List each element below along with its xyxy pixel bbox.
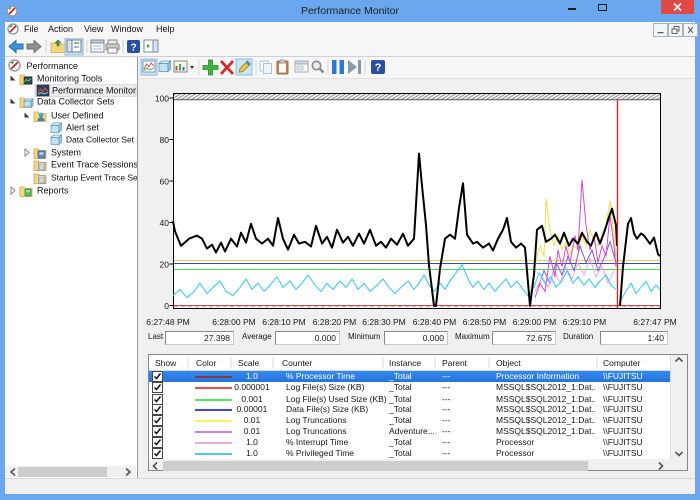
svg-text:6:28:40 PM: 6:28:40 PM xyxy=(413,317,456,327)
svg-text:System: System xyxy=(51,148,81,158)
svg-text:6:27:48 PM: 6:27:48 PM xyxy=(146,317,189,327)
svg-text:6:28:20 PM: 6:28:20 PM xyxy=(313,317,356,327)
svg-text:60: 60 xyxy=(160,177,170,187)
svg-text:Startup Event Trace Ses: Startup Event Trace Ses xyxy=(51,173,137,183)
svg-text:Alert set: Alert set xyxy=(66,123,100,133)
svg-text:Data Collector Set P: Data Collector Set P xyxy=(66,135,137,145)
svg-text:6:29:10 PM: 6:29:10 PM xyxy=(563,317,606,327)
svg-text:?: ? xyxy=(375,62,382,74)
svg-text:User Defined: User Defined xyxy=(51,111,104,121)
svg-text:40: 40 xyxy=(160,218,170,228)
svg-text:Data Collector Sets: Data Collector Sets xyxy=(37,97,115,107)
svg-text:?: ? xyxy=(130,43,136,54)
svg-text:100: 100 xyxy=(155,94,169,104)
svg-text:Monitoring Tools: Monitoring Tools xyxy=(37,74,103,84)
svg-text:0: 0 xyxy=(164,301,169,311)
svg-text:Performance Monitor: Performance Monitor xyxy=(52,86,136,96)
svg-text:20: 20 xyxy=(160,260,170,270)
svg-text:6:27:47 PM: 6:27:47 PM xyxy=(633,317,676,327)
svg-text:6:29:00 PM: 6:29:00 PM xyxy=(513,317,556,327)
svg-text:Reports: Reports xyxy=(37,186,69,196)
svg-text:80: 80 xyxy=(160,135,170,145)
svg-text:6:28:50 PM: 6:28:50 PM xyxy=(463,317,506,327)
svg-text:6:28:10 PM: 6:28:10 PM xyxy=(262,317,305,327)
svg-text:Event Trace Sessions: Event Trace Sessions xyxy=(51,160,137,170)
svg-text:6:28:00 PM: 6:28:00 PM xyxy=(212,317,255,327)
svg-text:6:28:30 PM: 6:28:30 PM xyxy=(362,317,405,327)
